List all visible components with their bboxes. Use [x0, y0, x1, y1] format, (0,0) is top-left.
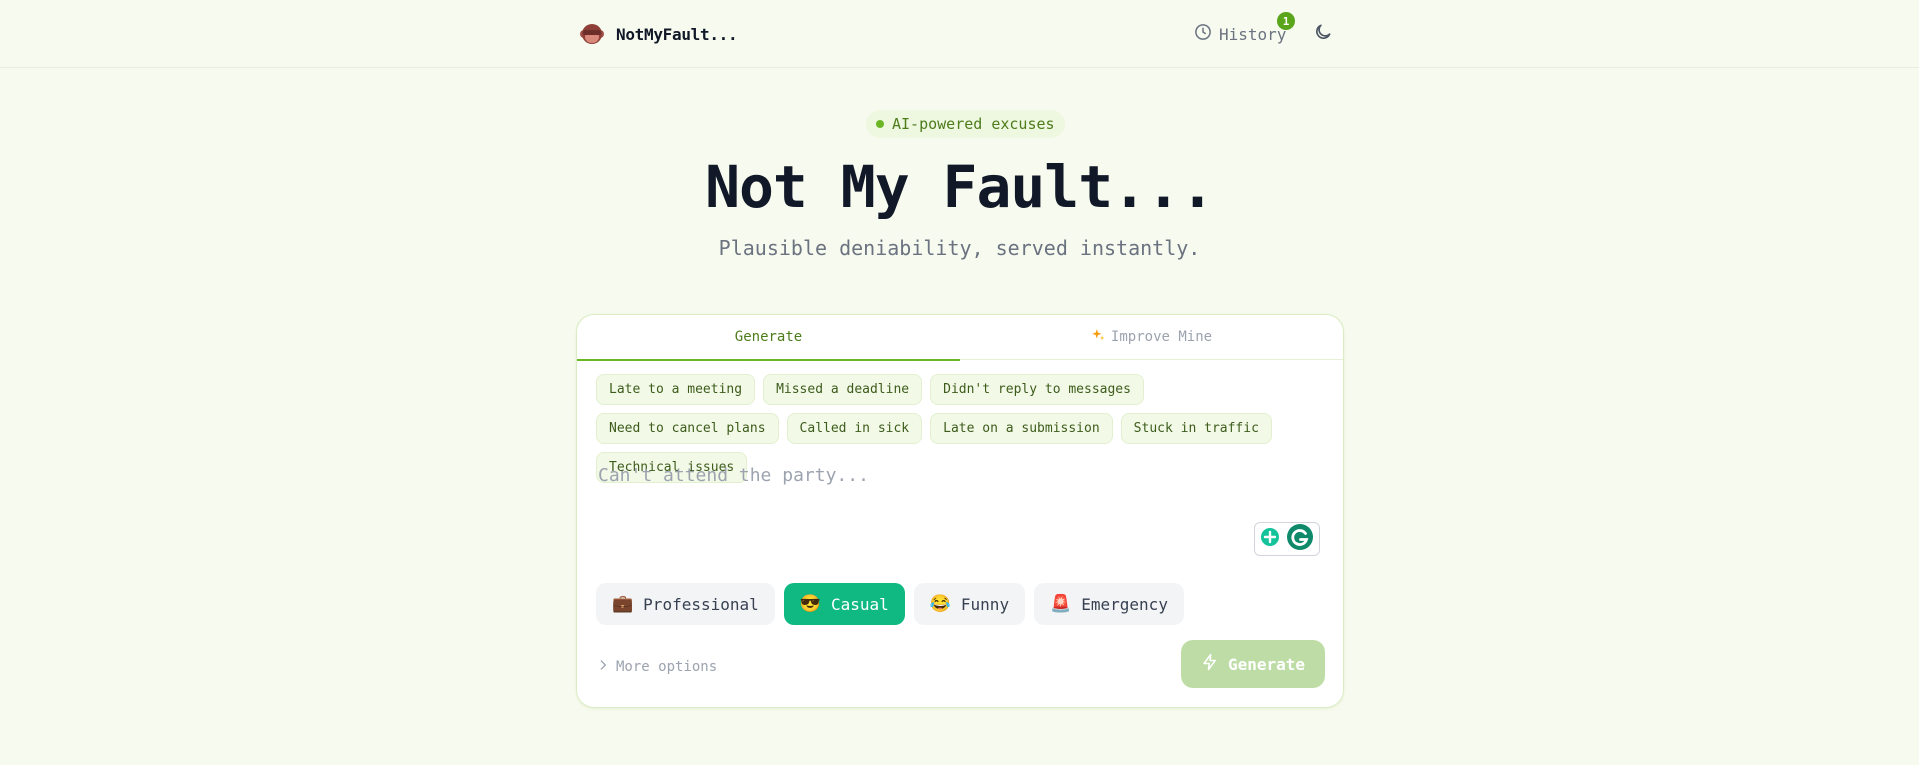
chevron-right-icon: [596, 658, 610, 676]
tone-label: Casual: [830, 594, 889, 614]
tone-emergency-button[interactable]: 🚨 Emergency: [1034, 583, 1184, 625]
more-options-toggle[interactable]: More options: [596, 657, 717, 677]
page-title: Not My Fault...: [705, 153, 1215, 221]
history-button[interactable]: History: [1194, 20, 1286, 48]
lightning-icon: [1201, 653, 1219, 675]
briefcase-icon: 💼: [612, 594, 634, 614]
more-options-label: More options: [616, 659, 718, 675]
generate-label: Generate: [1227, 654, 1306, 674]
laughing-face-icon: 😂: [929, 594, 951, 614]
grammarly-icon: [1286, 523, 1314, 555]
sparkles-icon: [1091, 328, 1105, 346]
brand[interactable]: NotMyFault...: [578, 20, 738, 48]
tab-generate[interactable]: Generate: [577, 315, 960, 361]
tone-funny-button[interactable]: 😂 Funny: [913, 583, 1026, 625]
tone-selector: 💼 Professional 😎 Casual 😂 Funny 🚨 Emerge…: [596, 583, 1184, 625]
tone-label: Emergency: [1081, 594, 1168, 614]
suggestion-chip[interactable]: Need to cancel plans: [596, 413, 779, 444]
excuse-card: Generate Improve Mine Late to a meeting …: [576, 314, 1344, 708]
grammarly-add-icon: [1260, 527, 1280, 551]
generate-button[interactable]: Generate: [1181, 640, 1325, 688]
grammarly-widget[interactable]: [1254, 522, 1320, 556]
ai-badge: AI-powered excuses: [866, 110, 1065, 138]
moon-icon: [1313, 22, 1333, 46]
sunglasses-face-icon: 😎: [799, 594, 821, 614]
theme-toggle-button[interactable]: [1311, 22, 1335, 46]
tab-generate-label: Generate: [734, 329, 803, 345]
tab-improve-mine[interactable]: Improve Mine: [960, 315, 1343, 359]
situation-input[interactable]: [596, 463, 1326, 555]
monkey-icon: [578, 20, 606, 48]
mode-tabs: Generate Improve Mine: [577, 315, 1343, 361]
tone-label: Funny: [960, 594, 1010, 614]
top-bar: NotMyFault... History 1: [0, 0, 1919, 68]
history-count-badge: 1: [1277, 12, 1295, 30]
suggestion-chip[interactable]: Didn't reply to messages: [930, 374, 1144, 405]
suggestion-chip[interactable]: Stuck in traffic: [1120, 413, 1272, 444]
tab-improve-mine-label: Improve Mine: [1110, 329, 1213, 345]
suggestion-chip[interactable]: Late to a meeting: [596, 374, 756, 405]
clock-icon: [1194, 23, 1212, 45]
ai-badge-label: AI-powered excuses: [892, 115, 1055, 133]
brand-name: NotMyFault...: [616, 24, 738, 44]
suggestion-chip[interactable]: Called in sick: [786, 413, 923, 444]
siren-icon: 🚨: [1050, 594, 1072, 614]
suggestion-chip[interactable]: Late on a submission: [930, 413, 1113, 444]
tone-professional-button[interactable]: 💼 Professional: [596, 583, 775, 625]
tone-label: Professional: [643, 594, 759, 614]
status-dot-icon: [876, 120, 884, 128]
tone-casual-button[interactable]: 😎 Casual: [783, 583, 905, 625]
history-label: History: [1219, 24, 1287, 44]
page-subtitle: Plausible deniability, served instantly.: [718, 236, 1201, 260]
suggestion-chip[interactable]: Missed a deadline: [763, 374, 923, 405]
